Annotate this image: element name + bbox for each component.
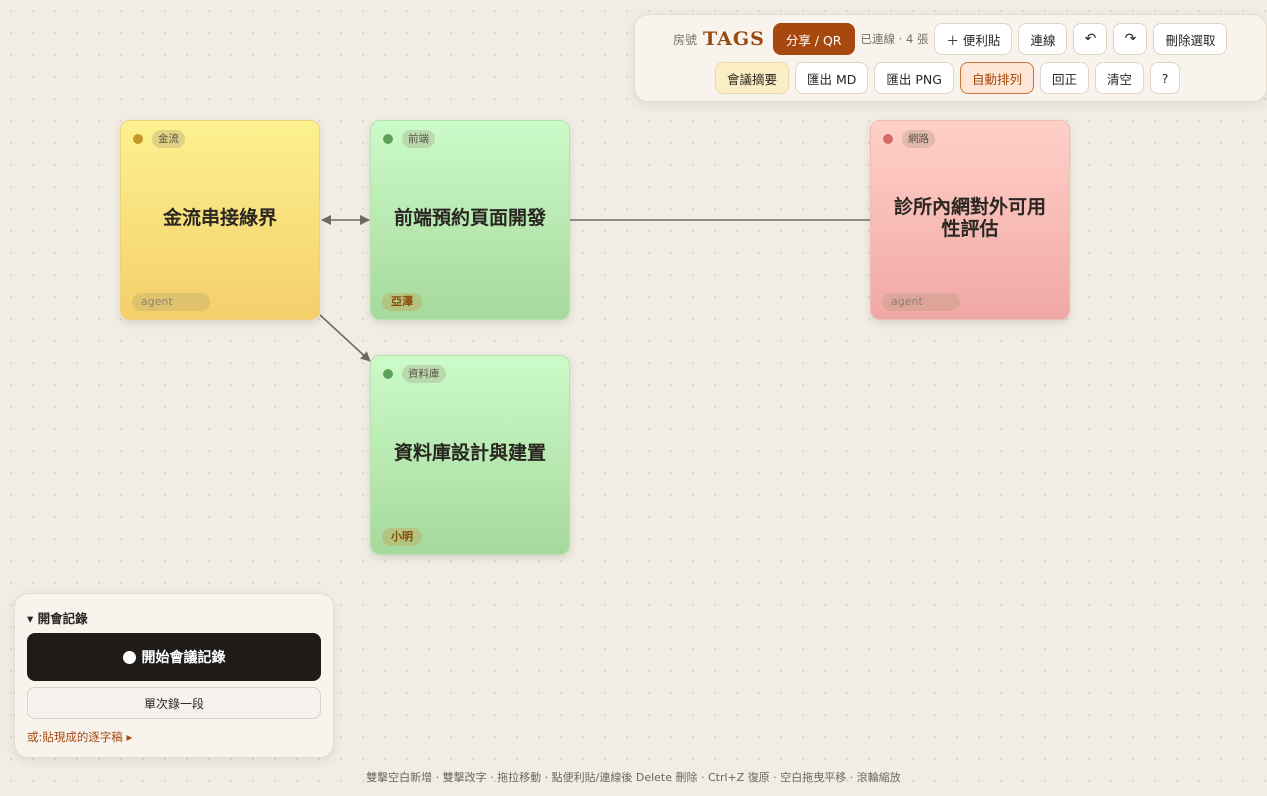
note-author: 亞澤 xyxy=(382,293,422,311)
meeting-panel: ▾ 開會記錄 開始會議記錄 單次錄一段 或:貼現成的逐字稿 ▸ xyxy=(14,593,334,758)
shortcut-hint: 雙擊空白新增 · 雙擊改字 · 拖拉移動 · 點便利貼/連線後 Delete 刪… xyxy=(366,771,901,784)
note-author: 小明 xyxy=(382,528,422,546)
note-title[interactable]: 資料庫設計與建置 xyxy=(381,394,559,512)
add-note-button[interactable]: ＋ 便利貼 xyxy=(934,23,1013,55)
note-tag[interactable]: 金流 xyxy=(152,130,185,148)
color-dot-icon[interactable] xyxy=(383,134,393,144)
sticky-note-database[interactable]: 資料庫 資料庫設計與建置 小明 xyxy=(370,355,570,555)
record-single-segment-button[interactable]: 單次錄一段 xyxy=(27,687,321,719)
export-png-button[interactable]: 匯出 PNG xyxy=(874,62,954,94)
color-dot-icon[interactable] xyxy=(883,134,893,144)
connect-button[interactable]: 連線 xyxy=(1018,23,1068,55)
sticky-note-frontend[interactable]: 前端 前端預約頁面開發 亞澤 xyxy=(370,120,570,320)
note-tag[interactable]: 前端 xyxy=(402,130,435,148)
start-recording-label: 開始會議記錄 xyxy=(141,650,226,666)
toolbar-row-main: 房號 TAGS 分享 / QR 已連線 · 4 張 ＋ 便利貼 連線 ↶ ↷ 刪… xyxy=(673,23,1228,55)
meeting-summary-button[interactable]: 會議摘要 xyxy=(715,62,790,94)
note-title[interactable]: 前端預約頁面開發 xyxy=(381,159,559,277)
clear-button[interactable]: 清空 xyxy=(1095,62,1145,94)
sticky-note-payment[interactable]: 金流 金流串接綠界 agent xyxy=(120,120,320,320)
note-title[interactable]: 診所內網對外可用性評估 xyxy=(889,159,1051,277)
note-tag[interactable]: 資料庫 xyxy=(402,365,446,383)
note-author: agent xyxy=(882,293,960,311)
share-qr-button[interactable]: 分享 / QR xyxy=(772,23,855,55)
toolbar-row-actions: 會議摘要 匯出 MD 匯出 PNG 自動排列 回正 清空 ? xyxy=(715,62,1181,94)
record-dot-icon xyxy=(122,650,136,664)
room-code: TAGS xyxy=(703,28,765,50)
meeting-panel-toggle[interactable]: ▾ 開會記錄 xyxy=(27,608,88,627)
delete-selected-button[interactable]: 刪除選取 xyxy=(1153,23,1228,55)
color-dot-icon[interactable] xyxy=(133,134,143,144)
sticky-note-network[interactable]: 網路 診所內網對外可用性評估 agent xyxy=(870,120,1070,320)
reset-view-button[interactable]: 回正 xyxy=(1039,62,1089,94)
note-author: agent xyxy=(132,293,210,311)
undo-button[interactable]: ↶ xyxy=(1073,23,1108,55)
room-label: 房號 xyxy=(673,32,698,47)
start-recording-button[interactable]: 開始會議記錄 xyxy=(27,633,321,681)
export-md-button[interactable]: 匯出 MD xyxy=(795,62,869,94)
redo-button[interactable]: ↷ xyxy=(1113,23,1148,55)
note-title[interactable]: 金流串接綠界 xyxy=(131,159,309,277)
help-button[interactable]: ? xyxy=(1150,62,1181,94)
note-tag[interactable]: 網路 xyxy=(902,130,935,148)
paste-transcript-link[interactable]: 或:貼現成的逐字稿 ▸ xyxy=(27,729,132,745)
color-dot-icon[interactable] xyxy=(383,369,393,379)
connection-payment-database[interactable] xyxy=(319,314,371,362)
auto-arrange-button[interactable]: 自動排列 xyxy=(959,62,1034,94)
toolbar: 房號 TAGS 分享 / QR 已連線 · 4 張 ＋ 便利貼 連線 ↶ ↷ 刪… xyxy=(634,14,1267,102)
connection-status: 已連線 · 4 張 xyxy=(860,32,929,46)
